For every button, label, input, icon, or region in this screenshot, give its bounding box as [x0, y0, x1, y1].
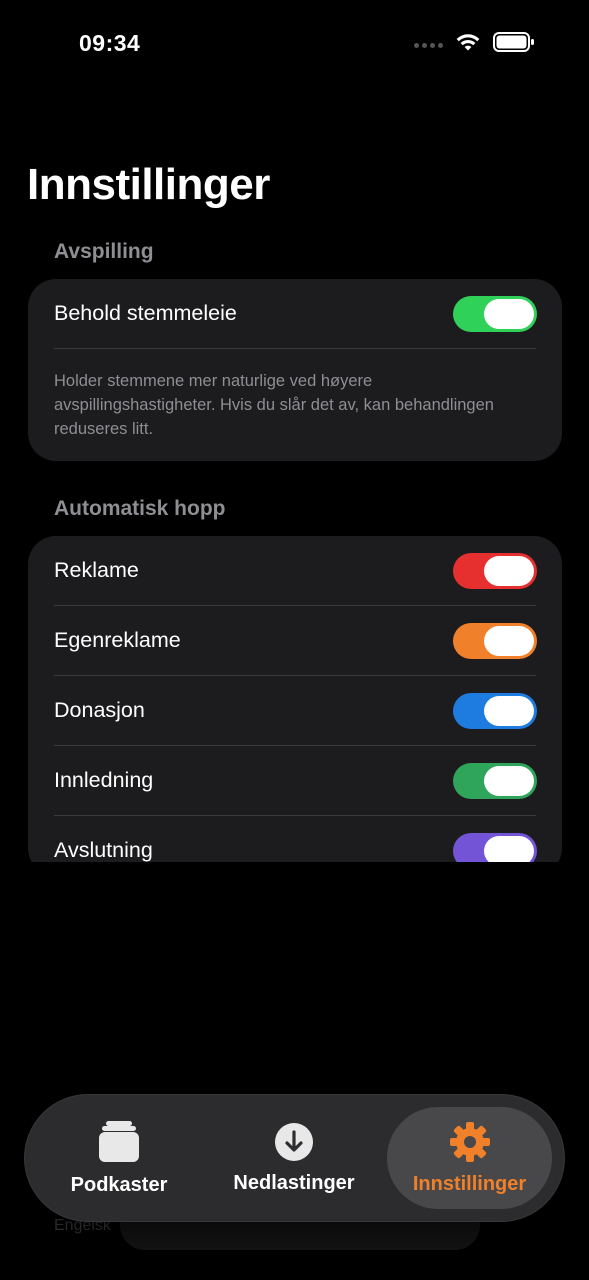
page-title: Innstillinger: [27, 160, 270, 209]
row-label: Innledning: [54, 768, 154, 792]
toggle-knob: [484, 765, 534, 796]
gear-icon: [449, 1121, 490, 1162]
toggle-knob: [484, 298, 534, 329]
tab-settings[interactable]: Innstillinger: [387, 1094, 552, 1222]
tab-bar: Podkaster Nedlastinger Innstillinger: [24, 1094, 565, 1222]
tab-podcasts[interactable]: Podkaster: [44, 1094, 194, 1222]
row-label: Reklame: [54, 558, 139, 582]
tab-label: Innstillinger: [412, 1172, 527, 1195]
status-icons: [414, 32, 535, 52]
scroll-cutoff: [0, 862, 589, 1112]
playback-card: Behold stemmeleie Holder stemmene mer na…: [28, 279, 562, 461]
row-label: Egenreklame: [54, 628, 181, 652]
section-header-playback: Avspilling: [54, 240, 154, 263]
wifi-icon: [456, 34, 480, 51]
auto-skip-card: Reklame Egenreklame Donasjon Innledning …: [28, 536, 562, 876]
tab-downloads[interactable]: Nedlastinger: [214, 1094, 374, 1222]
self-promo-toggle[interactable]: [453, 622, 537, 659]
settings-row-donation[interactable]: Donasjon: [28, 676, 562, 745]
row-label: Avslutning: [54, 838, 153, 862]
cellular-signal-icon: [414, 42, 443, 48]
row-label: Donasjon: [54, 698, 145, 722]
battery-icon: [493, 32, 534, 52]
playback-footnote: Holder stemmene mer naturlige ved høyere…: [54, 372, 494, 438]
intro-toggle[interactable]: [453, 762, 537, 799]
keep-pitch-toggle[interactable]: [453, 295, 537, 332]
settings-row-ads[interactable]: Reklame: [28, 536, 562, 605]
toggle-knob: [484, 625, 534, 656]
settings-row-keep-pitch[interactable]: Behold stemmeleie: [28, 279, 562, 348]
ads-toggle[interactable]: [453, 552, 537, 589]
download-icon: [275, 1122, 313, 1161]
stack-icon: [99, 1120, 139, 1162]
settings-row-intro[interactable]: Innledning: [28, 746, 562, 815]
toggle-knob: [484, 555, 534, 586]
toggle-knob: [484, 835, 534, 866]
status-time: 09:34: [79, 30, 141, 56]
section-header-auto-skip: Automatisk hopp: [54, 497, 226, 520]
row-label: Behold stemmeleie: [54, 301, 237, 325]
tab-label: Nedlastinger: [233, 1171, 355, 1194]
toggle-knob: [484, 695, 534, 726]
donation-toggle[interactable]: [453, 692, 537, 729]
status-bar: 09:34: [0, 0, 589, 90]
tab-label: Podkaster: [70, 1173, 168, 1196]
settings-row-self-promo[interactable]: Egenreklame: [28, 606, 562, 675]
